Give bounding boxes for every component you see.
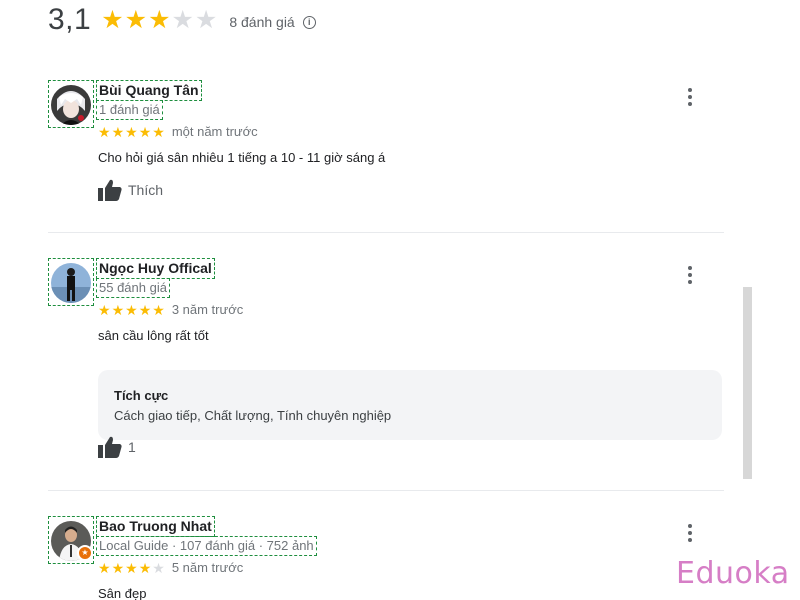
scrollbar[interactable]	[743, 287, 752, 479]
author-name[interactable]: Bao Truong Nhat	[99, 518, 212, 534]
divider	[48, 232, 724, 233]
avatar-frame[interactable]	[48, 80, 94, 128]
feedback-highlights: Tích cực Cách giao tiếp, Chất lượng, Tín…	[98, 370, 722, 440]
review-stars: ★ ★ ★ ★ ★	[98, 125, 165, 139]
review-item: ★ Bao Truong Nhat Local Guide · 107 đánh…	[48, 516, 724, 600]
more-options-icon[interactable]	[682, 264, 698, 286]
like-button[interactable]: Thích	[98, 179, 163, 201]
review-item: Bùi Quang Tân 1 đánh giá ★ ★ ★ ★ ★ một n…	[48, 80, 724, 220]
more-options-icon[interactable]	[682, 86, 698, 108]
star-empty-icon: ★	[152, 559, 165, 576]
divider	[48, 490, 724, 491]
author-name[interactable]: Ngọc Huy Offical	[99, 260, 212, 276]
rating-summary: 3,1 ★ ★ ★ ★ ★ 8 đánh giá i	[48, 2, 316, 38]
review-date: 3 năm trước	[171, 302, 244, 317]
review-item: Ngọc Huy Offical 55 đánh giá ★ ★ ★ ★ ★ 3…	[48, 258, 724, 468]
avatar-frame[interactable]	[48, 258, 94, 306]
watermark-logo: Eduoka	[676, 556, 790, 591]
avatar[interactable]	[51, 85, 91, 125]
author-name-frame[interactable]: Bao Truong Nhat	[96, 516, 215, 537]
star-icon: ★	[152, 123, 165, 140]
star-icon: ★	[111, 559, 125, 576]
star-icon: ★	[138, 123, 152, 140]
feedback-title: Tích cực	[114, 388, 169, 403]
star-empty-icon: ★	[171, 5, 194, 34]
like-label: Thích	[128, 182, 164, 198]
review-date: một năm trước	[171, 124, 258, 139]
star-icon: ★	[98, 559, 111, 576]
author-meta-frame[interactable]: Local Guide · 107 đánh giá · 752 ảnh	[96, 536, 317, 556]
review-text: Cho hỏi giá sân nhiêu 1 tiếng a 10 - 11 …	[98, 150, 386, 165]
review-rating: ★ ★ ★ ★ ★ một năm trước	[98, 124, 258, 139]
average-score: 3,1	[48, 3, 92, 36]
review-text: Sân đẹp	[98, 586, 147, 600]
star-icon: ★	[138, 559, 152, 576]
thumb-up-icon	[98, 179, 122, 201]
review-rating: ★ ★ ★ ★ ★ 3 năm trước	[98, 302, 243, 317]
author-meta[interactable]: 1 đánh giá	[99, 102, 160, 117]
star-icon: ★	[98, 301, 111, 318]
star-icon: ★	[111, 123, 125, 140]
review-rating: ★ ★ ★ ★ ★ 5 năm trước	[98, 560, 243, 575]
author-meta[interactable]: Local Guide · 107 đánh giá · 752 ảnh	[99, 538, 314, 553]
author-meta-frame[interactable]: 55 đánh giá	[96, 278, 170, 298]
star-icon: ★	[101, 5, 124, 34]
star-icon: ★	[98, 123, 111, 140]
more-options-icon[interactable]	[682, 522, 698, 544]
star-icon: ★	[138, 301, 152, 318]
author-name-frame[interactable]: Bùi Quang Tân	[96, 80, 202, 101]
star-empty-icon: ★	[194, 5, 218, 34]
review-stars: ★ ★ ★ ★ ★	[98, 561, 165, 575]
local-guide-badge-icon: ★	[77, 545, 93, 561]
feedback-items: Cách giao tiếp, Chất lượng, Tính chuyên …	[114, 408, 392, 423]
author-name[interactable]: Bùi Quang Tân	[99, 82, 199, 98]
review-date: 5 năm trước	[171, 560, 244, 575]
review-stars: ★ ★ ★ ★ ★	[98, 303, 165, 317]
star-icon: ★	[111, 301, 125, 318]
review-count[interactable]: 8 đánh giá	[229, 14, 294, 30]
star-icon: ★	[148, 5, 171, 34]
author-meta[interactable]: 55 đánh giá	[99, 280, 167, 295]
author-meta-frame[interactable]: 1 đánh giá	[96, 100, 163, 120]
star-icon: ★	[152, 301, 165, 318]
review-text: sân cầu lông rất tốt	[98, 328, 209, 343]
average-stars: ★ ★ ★ ★ ★	[101, 5, 218, 34]
like-count: 1	[128, 439, 136, 455]
star-icon: ★	[125, 301, 138, 318]
avatar-frame[interactable]: ★	[48, 516, 94, 564]
star-icon: ★	[125, 559, 138, 576]
like-button[interactable]: 1	[98, 436, 136, 458]
star-icon: ★	[124, 5, 148, 34]
info-icon[interactable]: i	[302, 15, 316, 29]
star-icon: ★	[125, 123, 138, 140]
author-name-frame[interactable]: Ngọc Huy Offical	[96, 258, 215, 279]
avatar[interactable]	[51, 263, 91, 303]
thumb-up-icon	[98, 436, 122, 458]
